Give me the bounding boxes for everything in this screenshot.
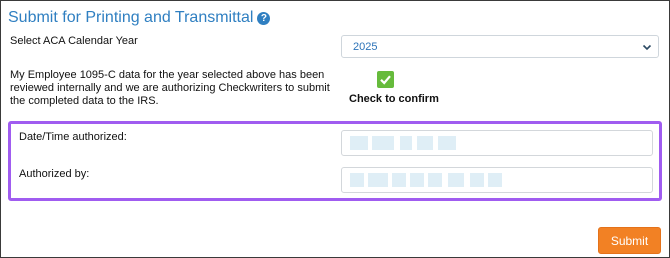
panel-title-text: Submit for Printing and Transmittal [8,9,254,26]
redacted-value [470,173,484,187]
redacted-value [448,173,464,187]
redacted-value [400,136,412,150]
year-select[interactable]: 2025 [341,35,659,58]
redacted-value [488,173,502,187]
authorized-by-field[interactable] [341,167,653,193]
date-authorized-label: Date/Time authorized: [19,131,127,143]
year-label: Select ACA Calendar Year [10,35,138,47]
redacted-value [350,136,368,150]
year-select-value: 2025 [353,41,378,53]
confirm-statement: My Employee 1095-C data for the year sel… [10,69,330,107]
confirm-checkbox-label: Check to confirm [349,93,439,105]
panel-title: Submit for Printing and Transmittal ? [8,9,271,27]
redacted-value [417,136,433,150]
submit-panel: Submit for Printing and Transmittal ? Se… [0,0,670,258]
redacted-value [438,136,456,150]
confirm-checkbox[interactable] [377,71,394,88]
redacted-value [392,173,406,187]
redacted-value [368,173,388,187]
redacted-value [428,173,442,187]
redacted-value [410,173,424,187]
chevron-down-icon [642,44,652,51]
date-authorized-field[interactable] [341,130,653,156]
redacted-value [350,173,364,187]
submit-button[interactable]: Submit [598,227,661,254]
help-circle-icon[interactable]: ? [257,11,271,25]
authorized-by-label: Authorized by: [19,168,90,180]
redacted-value [372,136,394,150]
checkmark-icon [380,75,391,85]
